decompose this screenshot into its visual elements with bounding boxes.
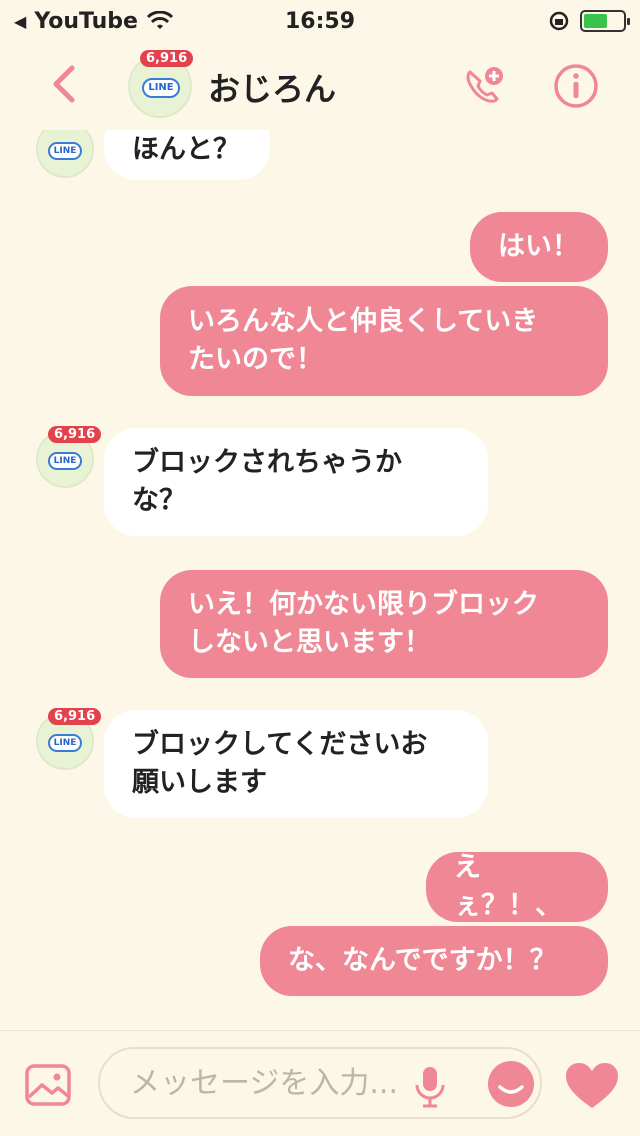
- message-text-line: ブロックされちゃうか: [132, 447, 402, 478]
- battery-icon: [580, 10, 630, 32]
- message-text-line: いろんな人と仲良くしていき: [188, 306, 539, 337]
- message-text-line: ブロックしてくださいお: [132, 729, 428, 760]
- back-chevron-icon[interactable]: [46, 60, 86, 108]
- line-logo: LINE: [48, 734, 82, 752]
- unread-badge: 6,916: [48, 708, 102, 725]
- line-logo: LINE: [48, 452, 82, 470]
- message-bubble-incoming[interactable]: ほんと？: [104, 130, 270, 180]
- message-input-wrapper: [98, 1047, 542, 1119]
- status-time: 16:59: [284, 8, 356, 34]
- status-bar: ◀ YouTube 16:59: [0, 0, 640, 42]
- sender-avatar[interactable]: 6,916 LINE: [36, 426, 102, 488]
- message-text-line: な？: [132, 485, 186, 516]
- message-text-line: いえ！何かない限りブロック: [188, 589, 539, 620]
- info-icon[interactable]: [552, 62, 600, 110]
- message-bubble-outgoing[interactable]: はい！: [470, 212, 608, 282]
- message-list[interactable]: LINE ほんと？ はい！ いろんな人と仲良くしていき たいので！ 6,916 …: [0, 130, 640, 1030]
- heart-icon[interactable]: [564, 1061, 620, 1111]
- message-bubble-incoming[interactable]: ブロックされちゃうか な？: [104, 428, 488, 536]
- image-icon[interactable]: [24, 1063, 72, 1107]
- message-text-line: 願いします: [132, 767, 267, 798]
- chat-title: おじろん: [208, 70, 337, 108]
- message-text-line: しないと思います！: [188, 627, 431, 658]
- message-bubble-incoming[interactable]: ブロックしてくださいお 願いします: [104, 710, 488, 818]
- unread-badge: 6,916: [140, 50, 194, 67]
- message-bubble-outgoing[interactable]: えぇ？！、: [426, 852, 608, 922]
- contact-avatar[interactable]: 6,916 LINE: [128, 50, 194, 118]
- message-text: はい！: [498, 231, 579, 262]
- microphone-icon[interactable]: [412, 1065, 448, 1109]
- message-bubble-outgoing[interactable]: な、なんでですか！？: [260, 926, 608, 996]
- sender-avatar[interactable]: LINE: [36, 130, 94, 178]
- emoji-icon[interactable]: [486, 1059, 536, 1109]
- message-text: な、なんでですか！？: [288, 945, 557, 976]
- chat-header: 6,916 LINE おじろん: [0, 42, 640, 130]
- message-text-line: たいので！: [188, 344, 323, 375]
- message-text: えぇ？！、: [454, 852, 562, 921]
- message-bubble-outgoing[interactable]: いえ！何かない限りブロック しないと思います！: [160, 570, 608, 678]
- add-call-icon[interactable]: [460, 62, 508, 110]
- message-text: ほんと？: [132, 134, 240, 165]
- unread-badge: 6,916: [48, 426, 102, 443]
- line-logo: LINE: [142, 78, 180, 98]
- message-bubble-outgoing[interactable]: いろんな人と仲良くしていき たいので！: [160, 286, 608, 396]
- message-composer: [0, 1030, 640, 1136]
- line-logo: LINE: [48, 142, 82, 160]
- sender-avatar[interactable]: 6,916 LINE: [36, 708, 102, 770]
- message-input[interactable]: [130, 1063, 420, 1103]
